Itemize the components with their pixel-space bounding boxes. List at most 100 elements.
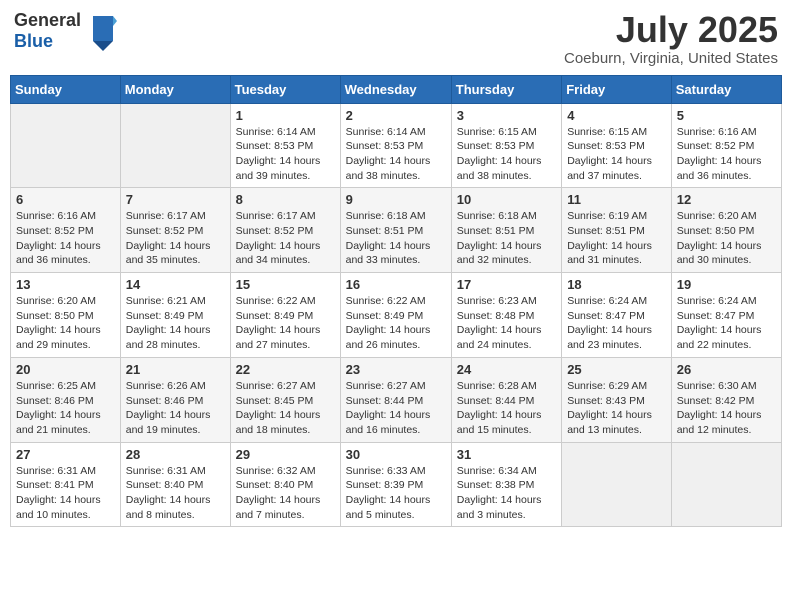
cell-info: Sunrise: 6:24 AMSunset: 8:47 PMDaylight:… [567, 294, 666, 353]
day-number: 23 [346, 362, 446, 377]
cell-info: Sunrise: 6:16 AMSunset: 8:52 PMDaylight:… [16, 209, 115, 268]
day-number: 14 [126, 277, 225, 292]
calendar-cell: 8 Sunrise: 6:17 AMSunset: 8:52 PMDaylight… [230, 188, 340, 273]
cell-info: Sunrise: 6:20 AMSunset: 8:50 PMDaylight:… [677, 209, 776, 268]
cell-info: Sunrise: 6:25 AMSunset: 8:46 PMDaylight:… [16, 379, 115, 438]
calendar-cell: 1Sunrise: 6:14 AMSunset: 8:53 PMDaylight… [230, 103, 340, 188]
cell-info: Sunrise: 6:17 AMSunset: 8:52 PMDaylight:… [126, 209, 225, 268]
calendar-cell: 30 Sunrise: 6:33 AMSunset: 8:39 PMDayligh… [340, 442, 451, 527]
location: Coeburn, Virginia, United States [564, 50, 778, 67]
cell-info: Sunrise: 6:24 AMSunset: 8:47 PMDaylight:… [677, 294, 776, 353]
cell-info: Sunrise: 6:22 AMSunset: 8:49 PMDaylight:… [236, 294, 335, 353]
weekday-header: Tuesday [230, 75, 340, 103]
calendar-cell: 6 Sunrise: 6:16 AMSunset: 8:52 PMDaylight… [11, 188, 121, 273]
weekday-header: Sunday [11, 75, 121, 103]
cell-info: Sunrise: 6:17 AMSunset: 8:52 PMDaylight:… [236, 209, 335, 268]
day-number: 6 [16, 192, 115, 207]
cell-info: Sunrise: 6:15 AMSunset: 8:53 PMDaylight:… [567, 125, 666, 184]
cell-info: Sunrise: 6:27 AMSunset: 8:44 PMDaylight:… [346, 379, 446, 438]
calendar-cell: 7 Sunrise: 6:17 AMSunset: 8:52 PMDaylight… [120, 188, 230, 273]
calendar-cell: 13 Sunrise: 6:20 AMSunset: 8:50 PMDayligh… [11, 273, 121, 358]
calendar-table: SundayMondayTuesdayWednesdayThursdayFrid… [10, 75, 782, 528]
calendar-cell [671, 442, 781, 527]
cell-info: Sunrise: 6:31 AMSunset: 8:40 PMDaylight:… [126, 464, 225, 523]
cell-info: Sunrise: 6:15 AMSunset: 8:53 PMDaylight:… [457, 125, 556, 184]
calendar-cell: 2Sunrise: 6:14 AMSunset: 8:53 PMDaylight… [340, 103, 451, 188]
weekday-header: Friday [562, 75, 672, 103]
calendar-cell: 22 Sunrise: 6:27 AMSunset: 8:45 PMDayligh… [230, 357, 340, 442]
cell-info: Sunrise: 6:18 AMSunset: 8:51 PMDaylight:… [457, 209, 556, 268]
calendar-cell [120, 103, 230, 188]
calendar-cell: 23 Sunrise: 6:27 AMSunset: 8:44 PMDayligh… [340, 357, 451, 442]
logo: General Blue [14, 10, 117, 52]
calendar-week-row: 1 Sunrise: 6:14 AMSunset: 8:53 PMDaylight… [11, 103, 782, 188]
calendar-cell: 24 Sunrise: 6:28 AMSunset: 8:44 PMDayligh… [451, 357, 561, 442]
calendar-cell [11, 103, 121, 188]
cell-info: Sunrise: 6:22 AMSunset: 8:49 PMDaylight:… [346, 294, 446, 353]
calendar-cell: 26 Sunrise: 6:30 AMSunset: 8:42 PMDayligh… [671, 357, 781, 442]
day-number: 30 [346, 447, 446, 462]
calendar-cell: 15 Sunrise: 6:22 AMSunset: 8:49 PMDayligh… [230, 273, 340, 358]
month-title: July 2025 [564, 10, 778, 50]
cell-info: Sunrise: 6:23 AMSunset: 8:48 PMDaylight:… [457, 294, 556, 353]
cell-info: Sunrise: 6:19 AMSunset: 8:51 PMDaylight:… [567, 209, 666, 268]
day-number: 7 [126, 192, 225, 207]
day-number: 15 [236, 277, 335, 292]
cell-info: Sunrise: 6:28 AMSunset: 8:44 PMDaylight:… [457, 379, 556, 438]
day-number: 20 [16, 362, 115, 377]
day-number: 18 [567, 277, 666, 292]
day-number: 3 [457, 108, 556, 123]
calendar-cell: 16Sunrise: 6:22 AMSunset: 8:49 PMDayligh… [340, 273, 451, 358]
calendar-cell: 29 Sunrise: 6:32 AMSunset: 8:40 PMDayligh… [230, 442, 340, 527]
cell-info: Sunrise: 6:21 AMSunset: 8:49 PMDaylight:… [126, 294, 225, 353]
weekday-header: Thursday [451, 75, 561, 103]
day-number: 4 [567, 108, 666, 123]
calendar-cell: 17Sunrise: 6:23 AMSunset: 8:48 PMDayligh… [451, 273, 561, 358]
day-number: 11 [567, 192, 666, 207]
day-number: 24 [457, 362, 556, 377]
day-number: 9 [346, 192, 446, 207]
calendar-cell [562, 442, 672, 527]
cell-info: Sunrise: 6:32 AMSunset: 8:40 PMDaylight:… [236, 464, 335, 523]
day-number: 10 [457, 192, 556, 207]
day-number: 13 [16, 277, 115, 292]
cell-info: Sunrise: 6:33 AMSunset: 8:39 PMDaylight:… [346, 464, 446, 523]
calendar-cell: 4 Sunrise: 6:15 AMSunset: 8:53 PMDaylight… [562, 103, 672, 188]
weekday-header-row: SundayMondayTuesdayWednesdayThursdayFrid… [11, 75, 782, 103]
calendar-cell: 11 Sunrise: 6:19 AMSunset: 8:51 PMDayligh… [562, 188, 672, 273]
calendar-cell: 18 Sunrise: 6:24 AMSunset: 8:47 PMDayligh… [562, 273, 672, 358]
day-number: 5 [677, 108, 776, 123]
day-number: 28 [126, 447, 225, 462]
calendar-cell: 9 Sunrise: 6:18 AMSunset: 8:51 PMDaylight… [340, 188, 451, 273]
cell-info: Sunrise: 6:27 AMSunset: 8:45 PMDaylight:… [236, 379, 335, 438]
calendar-cell: 25Sunrise: 6:29 AMSunset: 8:43 PMDayligh… [562, 357, 672, 442]
logo-general: General [14, 10, 81, 30]
day-number: 1 [236, 108, 335, 123]
day-number: 21 [126, 362, 225, 377]
cell-info: Sunrise: 6:29 AMSunset: 8:43 PMDaylight:… [567, 379, 666, 438]
calendar-week-row: 13 Sunrise: 6:20 AMSunset: 8:50 PMDayligh… [11, 273, 782, 358]
logo-icon [85, 11, 117, 51]
calendar-cell: 28 Sunrise: 6:31 AMSunset: 8:40 PMDayligh… [120, 442, 230, 527]
day-number: 8 [236, 192, 335, 207]
page-header: General Blue July 2025 Coeburn, Virginia… [10, 10, 782, 67]
day-number: 27 [16, 447, 115, 462]
cell-info: Sunrise: 6:20 AMSunset: 8:50 PMDaylight:… [16, 294, 115, 353]
calendar-cell: 21Sunrise: 6:26 AMSunset: 8:46 PMDayligh… [120, 357, 230, 442]
cell-info: Sunrise: 6:31 AMSunset: 8:41 PMDaylight:… [16, 464, 115, 523]
weekday-header: Saturday [671, 75, 781, 103]
cell-info: Sunrise: 6:14 AMSunset: 8:53 PMDaylight:… [346, 125, 446, 184]
calendar-cell: 3 Sunrise: 6:15 AMSunset: 8:53 PMDaylight… [451, 103, 561, 188]
cell-info: Sunrise: 6:18 AMSunset: 8:51 PMDaylight:… [346, 209, 446, 268]
weekday-header: Monday [120, 75, 230, 103]
weekday-header: Wednesday [340, 75, 451, 103]
calendar-cell: 19Sunrise: 6:24 AMSunset: 8:47 PMDayligh… [671, 273, 781, 358]
day-number: 29 [236, 447, 335, 462]
cell-info: Sunrise: 6:30 AMSunset: 8:42 PMDaylight:… [677, 379, 776, 438]
title-area: July 2025 Coeburn, Virginia, United Stat… [564, 10, 778, 67]
day-number: 22 [236, 362, 335, 377]
day-number: 26 [677, 362, 776, 377]
cell-info: Sunrise: 6:34 AMSunset: 8:38 PMDaylight:… [457, 464, 556, 523]
logo-text: General Blue [14, 10, 81, 52]
calendar-cell: 12Sunrise: 6:20 AMSunset: 8:50 PMDayligh… [671, 188, 781, 273]
